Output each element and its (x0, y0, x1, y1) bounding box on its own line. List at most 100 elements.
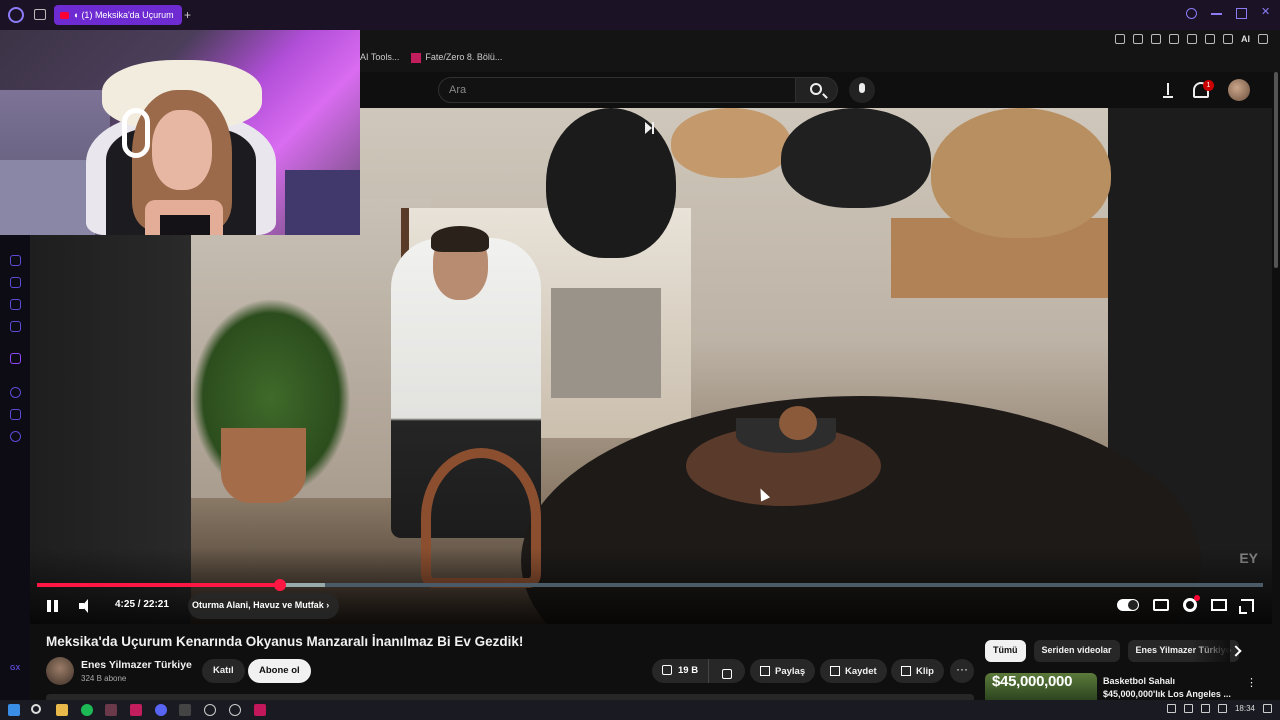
recommendation-title[interactable]: Basketbol Sahalı (1103, 676, 1175, 686)
subscribe-button[interactable]: Abone ol (248, 659, 311, 683)
page-scrollbar[interactable] (1272, 72, 1280, 700)
thumbs-down-icon (722, 669, 733, 679)
download-icon[interactable] (1223, 34, 1233, 44)
close-icon[interactable]: ✕ (1261, 7, 1272, 19)
speaker-icon[interactable] (1217, 704, 1227, 713)
spotify-icon[interactable] (81, 704, 93, 716)
speaker-icon[interactable]: ◖ (73, 10, 78, 20)
obs-icon[interactable] (229, 704, 241, 716)
subtitles-icon[interactable] (1153, 599, 1169, 611)
windows-taskbar: 18:34 (0, 700, 1280, 720)
share-label: Paylaş (775, 665, 806, 677)
menu-icon[interactable] (1258, 34, 1268, 44)
scene-person-hair (431, 226, 489, 252)
dislike-button[interactable] (709, 659, 745, 683)
settings-gear-icon[interactable] (1183, 595, 1200, 612)
speed-dial-icon[interactable] (10, 255, 21, 266)
save-button[interactable]: Kaydet (820, 659, 887, 683)
maximize-icon[interactable] (1236, 8, 1247, 19)
messenger-icon[interactable] (10, 321, 21, 332)
chevron-up-icon[interactable] (1166, 704, 1176, 713)
discord-icon[interactable] (155, 704, 167, 716)
minimize-icon[interactable] (1211, 13, 1222, 15)
recommendation-thumbnail[interactable]: $45,000,000 (985, 673, 1097, 700)
channel-avatar[interactable] (46, 657, 74, 685)
network-icon[interactable] (1200, 704, 1210, 713)
app-icon[interactable] (254, 704, 266, 716)
scene-lamp (671, 108, 791, 178)
recommendation-title-line2[interactable]: $45,000,000'lık Los Angeles ... (1103, 689, 1231, 699)
scene-lamp (781, 108, 931, 208)
app-icon[interactable] (179, 704, 191, 716)
window-controls: ✕ (1186, 7, 1272, 19)
fullscreen-icon[interactable] (1239, 598, 1254, 614)
ai-button[interactable]: AI (1241, 34, 1250, 44)
workspaces-icon[interactable] (34, 9, 46, 20)
create-upload-icon[interactable] (1160, 82, 1176, 98)
browser-tab-active[interactable]: ◖ (1) Meksika'da Uçurum (54, 5, 182, 25)
autoplay-toggle[interactable] (1117, 599, 1139, 611)
kebab-menu-icon[interactable]: ⋮ (1246, 676, 1257, 689)
search-icon[interactable] (31, 704, 41, 714)
search-tabs-icon[interactable] (1186, 8, 1197, 19)
app-icon[interactable] (204, 704, 216, 716)
shield-icon[interactable] (1151, 34, 1161, 44)
clip-button[interactable]: Klip (891, 659, 944, 683)
app-icon[interactable] (130, 704, 142, 716)
theater-mode-icon[interactable] (1211, 599, 1227, 611)
bookmark-label: Fate/Zero 8. Bölü... (425, 52, 503, 62)
heart-icon[interactable] (1187, 34, 1197, 44)
chevron-right-icon: › (326, 600, 330, 610)
scene-lamp (931, 108, 1111, 238)
channel-name[interactable]: Enes Yilmazer Türkiye (81, 659, 192, 671)
bookmark-fate-zero[interactable]: Fate/Zero 8. Bölü... (411, 52, 502, 63)
skip-next-icon[interactable] (645, 122, 655, 134)
bookmark-ai-tools[interactable]: AI Tools... (360, 52, 399, 62)
share-arrow-icon (760, 666, 770, 676)
youtube-favicon-icon (60, 11, 69, 19)
clip-label: Klip (916, 665, 934, 677)
share-button[interactable]: Paylaş (750, 659, 816, 683)
opera-gx-icon[interactable] (105, 704, 117, 716)
gx-corner-icon[interactable] (10, 299, 21, 310)
profile-icon[interactable] (1205, 34, 1215, 44)
scrollbar-thumb[interactable] (1274, 72, 1278, 268)
browser-toolbar: AI (360, 30, 1280, 72)
chip-all[interactable]: Tümü (985, 640, 1026, 662)
pause-button[interactable] (47, 600, 59, 612)
scrubber-handle[interactable] (273, 579, 286, 591)
extensions-icon[interactable] (10, 409, 21, 420)
gx-control-icon[interactable]: GX (10, 665, 20, 672)
join-button[interactable]: Katıl (202, 659, 245, 683)
scene-decor-ball (779, 406, 817, 440)
snapshot-icon[interactable] (1133, 34, 1143, 44)
voice-search-icon[interactable] (849, 77, 875, 103)
windows-start-icon[interactable] (8, 704, 20, 716)
pin-icon[interactable] (1115, 34, 1125, 44)
cam-bedsheet (0, 160, 95, 235)
history-icon[interactable] (10, 387, 21, 398)
more-actions-button[interactable]: ··· (950, 659, 974, 683)
system-tray: 18:34 (1166, 704, 1272, 713)
browser-sidebar: GX (0, 235, 30, 700)
twitch-icon[interactable] (10, 353, 21, 364)
microphone-icon[interactable] (1183, 704, 1193, 713)
store-icon[interactable] (10, 277, 21, 288)
progress-bar[interactable] (37, 579, 1263, 591)
new-tab-button[interactable]: + (184, 8, 191, 22)
file-explorer-icon[interactable] (56, 704, 68, 716)
opera-gx-logo-icon[interactable] (8, 7, 24, 23)
play-icon[interactable] (1169, 34, 1179, 44)
search-button[interactable] (796, 77, 838, 103)
notification-center-icon[interactable] (1263, 704, 1272, 713)
account-avatar[interactable] (1228, 79, 1250, 101)
volume-icon[interactable] (79, 599, 93, 613)
chapter-button[interactable]: Oturma Alani, Havuz ve Mutfak › (188, 593, 340, 619)
search-icon (810, 83, 822, 95)
like-count: 19 B (678, 665, 699, 676)
like-button[interactable]: 19 B (652, 659, 710, 683)
search-input[interactable]: Ara (438, 77, 796, 103)
settings-icon[interactable] (10, 431, 21, 442)
chip-series[interactable]: Seriden videolar (1033, 640, 1120, 662)
cam-shelf (285, 170, 360, 235)
